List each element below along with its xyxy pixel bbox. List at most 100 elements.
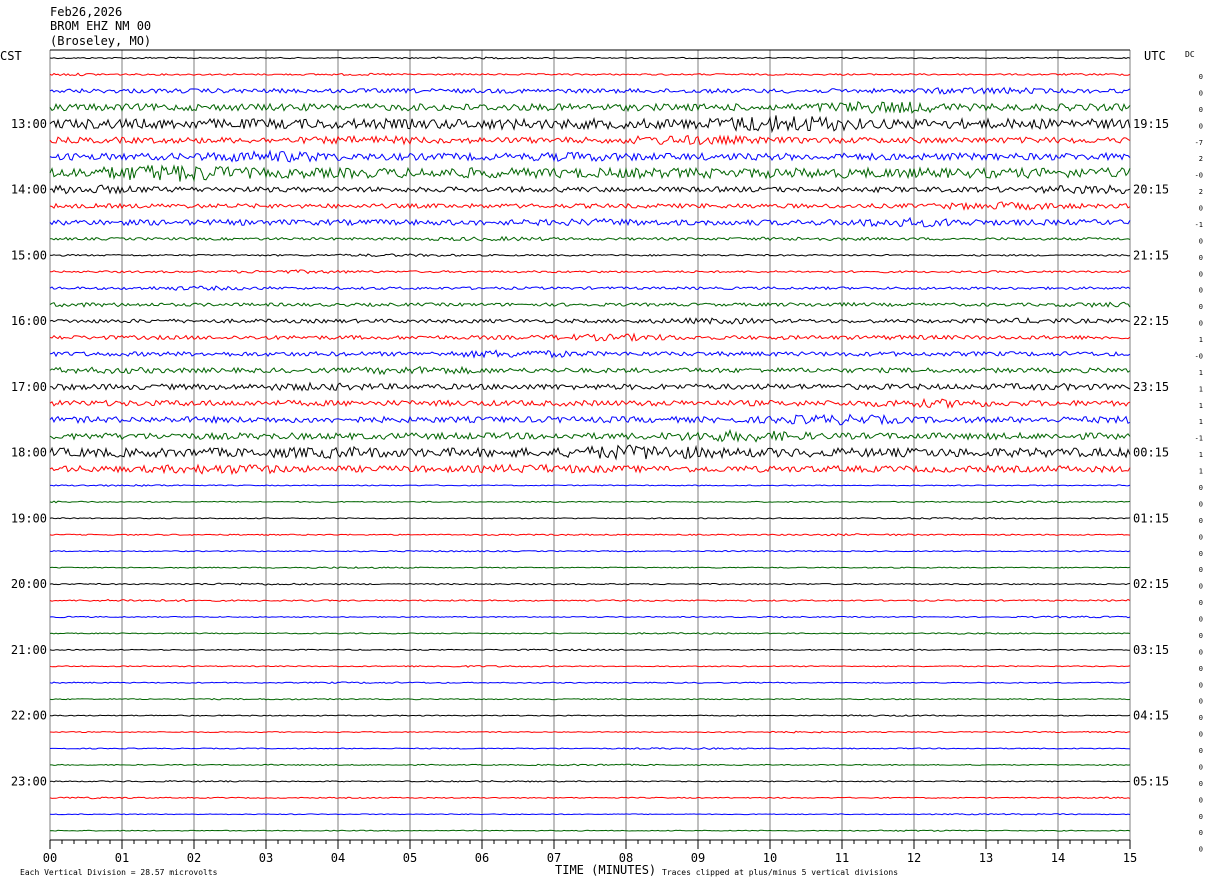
trace-line [49,72,1131,77]
trace-line [49,100,1131,114]
left-time-label: 16:00 [11,314,47,328]
clip-note: Traces clipped at plus/minus 5 vertical … [662,868,898,877]
right-time-label: 20:15 [1133,183,1169,197]
trace-line [49,444,1131,461]
dc-offset-value: 0 [1199,714,1203,722]
trace-line [49,598,1131,603]
trace-line [49,730,1131,734]
trace-group [49,56,1131,832]
right-time-label: 19:15 [1133,117,1169,131]
right-time-label: 22:15 [1133,314,1169,328]
dc-offset-value: 0 [1199,813,1203,821]
dc-offset-value: 0 [1199,73,1203,81]
x-tick-label: 12 [907,851,921,865]
trace-line [49,332,1131,342]
trace-line [49,115,1131,134]
x-tick-label: 09 [691,851,705,865]
dc-offset-value: 1 [1199,402,1203,410]
trace-line [50,269,1131,275]
dc-offset-value: 0 [1199,287,1203,295]
trace-line [49,747,1131,750]
left-time-label: 18:00 [11,446,47,460]
dc-offset-value: 0 [1199,237,1203,245]
dc-offset-value: 1 [1199,369,1203,377]
dc-offset-value: -0 [1195,172,1203,180]
x-tick-label: 13 [979,851,993,865]
dc-offset-value: 0 [1199,846,1203,854]
dc-offset-value: 0 [1199,829,1203,837]
left-time-label: 19:00 [11,511,47,525]
right-time-label: 03:15 [1133,643,1169,657]
x-tick-label: 01 [115,851,129,865]
trace-line [50,235,1131,242]
dc-offset-value: 1 [1199,468,1203,476]
trace-line [49,463,1131,476]
right-time-label: 23:15 [1133,380,1169,394]
right-time-label: 21:15 [1133,248,1169,262]
x-axis-title: TIME (MINUTES) [555,863,656,877]
dc-offset-value: -1 [1195,435,1203,443]
trace-line [49,796,1131,800]
trace-line [49,365,1131,376]
trace-line [49,582,1131,586]
dc-offset-value: 0 [1199,731,1203,739]
x-tick-label: 04 [331,851,345,865]
left-time-label: 15:00 [11,248,47,262]
helicorder-chart: 00 01 02 03 04 05 06 07 08 09 10 11 12 13 14 1513:0014:… [0,5,1203,877]
trace-line [49,665,1131,668]
dc-offset-value: -0 [1195,352,1203,360]
left-timezone-label: CST [0,49,22,63]
header-station: BROM EHZ NM 00 [50,19,151,33]
trace-line [49,566,1131,569]
dc-offset-value: 1 [1199,418,1203,426]
trace-line [49,381,1131,392]
scale-note: Each Vertical Division = 28.57 microvolt… [20,868,218,877]
trace-line [49,56,1131,60]
right-time-label: 04:15 [1133,709,1169,723]
dc-offset-value: 0 [1199,484,1203,492]
trace-line [49,829,1131,832]
trace-line [49,149,1131,163]
x-tick-label: 10 [763,851,777,865]
dc-offset-value: 1 [1199,451,1203,459]
left-time-label: 20:00 [11,577,47,591]
trace-line [49,780,1131,783]
dc-offset-value: 0 [1199,648,1203,656]
dc-offset-value: 0 [1199,320,1203,328]
dc-offset-value: 0 [1199,681,1203,689]
dc-offset-value: -1 [1195,221,1203,229]
dc-offset-value: 0 [1199,89,1203,97]
x-tick-label: 11 [835,851,849,865]
dc-offset-value: 0 [1199,106,1203,114]
header-location: (Broseley, MO) [50,34,151,48]
trace-line [49,134,1131,146]
dc-offset-value: 0 [1199,533,1203,541]
dc-offset-value: 0 [1199,517,1203,525]
dc-offset-value: 0 [1199,122,1203,130]
left-time-label: 23:00 [11,774,47,788]
right-time-label: 00:15 [1133,446,1169,460]
chart-grid [49,50,1131,849]
trace-line [49,285,1131,292]
x-tick-label: 02 [187,851,201,865]
dc-offset-value: 0 [1199,566,1203,574]
trace-line [49,397,1131,410]
dc-offset-value: 0 [1199,583,1203,591]
left-time-label: 13:00 [11,117,47,131]
trace-line [49,253,1131,258]
trace-line [49,86,1131,95]
x-tick-label: 05 [403,851,417,865]
x-tick-label: 03 [259,851,273,865]
x-tick-label: 15 [1123,851,1137,865]
dc-offset-value: 0 [1199,616,1203,624]
dc-offset-value: 1 [1199,336,1203,344]
trace-line [49,714,1131,717]
dc-offset-value: 0 [1199,780,1203,788]
x-tick-label: 00 [43,851,57,865]
trace-line [49,648,1130,652]
dc-offset-value: 0 [1199,698,1203,706]
dc-offset-value: 0 [1199,763,1203,771]
trace-line [49,681,1131,684]
dc-offset-value: 1 [1199,385,1203,393]
dc-offset-value: 0 [1199,632,1203,640]
